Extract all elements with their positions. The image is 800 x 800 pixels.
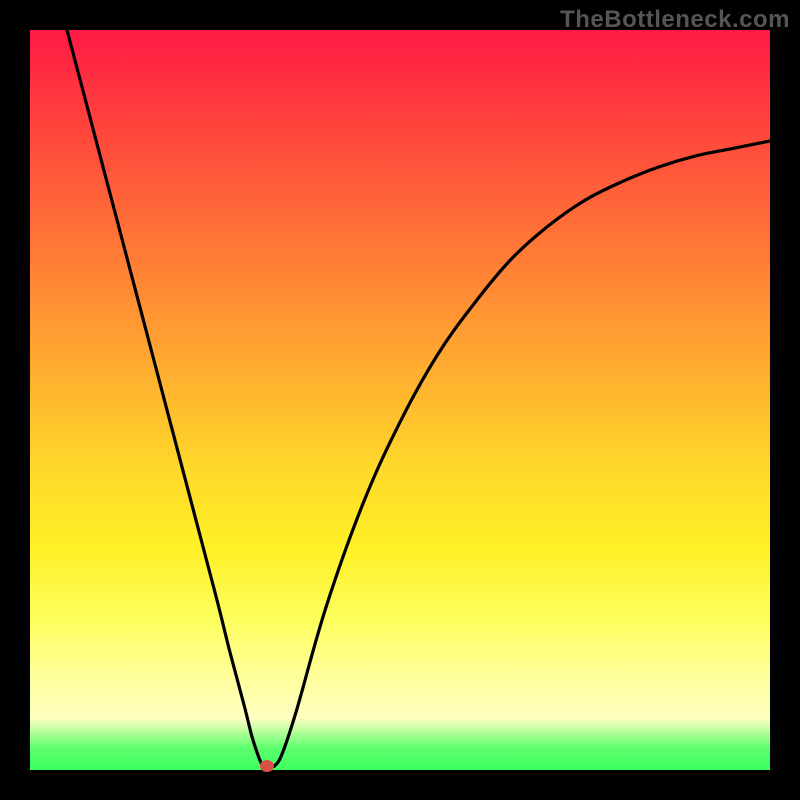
plot-area — [30, 30, 770, 770]
curve-right-branch — [274, 141, 770, 766]
curve-left-branch — [67, 30, 263, 766]
data-marker-dot — [260, 760, 274, 772]
chart-container: TheBottleneck.com — [0, 0, 800, 800]
curve-layer — [30, 30, 770, 770]
